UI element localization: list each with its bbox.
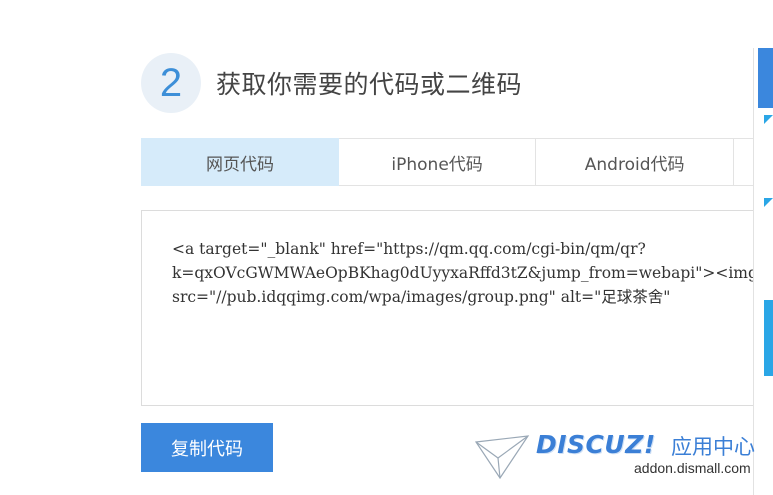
- sidebar-corner-icon: [764, 115, 773, 124]
- code-type-tabs: 网页代码 iPhone代码 Android代码: [141, 138, 773, 186]
- code-line-2: k=qxOVcGWMWAeOpBKhag0dUyyxaRffd3tZ&jump_…: [172, 264, 773, 282]
- sidebar-header-block: [758, 48, 773, 108]
- sidebar-corner-icon: [764, 198, 773, 207]
- code-textarea[interactable]: <a target="_blank" href="https://qm.qq.c…: [141, 210, 773, 406]
- copy-code-button[interactable]: 复制代码: [141, 423, 273, 472]
- tab-web-code[interactable]: 网页代码: [141, 138, 340, 186]
- sidebar-accent-bar: [764, 300, 773, 376]
- step-number-badge: 2: [141, 53, 201, 113]
- page: 2 获取你需要的代码或二维码 网页代码 iPhone代码 Android代码 <…: [0, 0, 773, 495]
- code-line-1: <a target="_blank" href="https://qm.qq.c…: [172, 240, 646, 258]
- step-title: 获取你需要的代码或二维码: [216, 70, 523, 99]
- code-line-3: src="//pub.idqqimg.com/wpa/images/group.…: [172, 288, 671, 306]
- discuz-watermark: DISCUZ! 应用中心 addon.dismall.com: [474, 428, 773, 488]
- tab-android-code[interactable]: Android代码: [536, 138, 735, 186]
- paper-plane-icon: [474, 435, 530, 480]
- tab-iphone-code[interactable]: iPhone代码: [339, 138, 537, 186]
- watermark-url: addon.dismall.com: [634, 460, 751, 476]
- discuz-logo: DISCUZ!: [536, 430, 656, 459]
- app-center-label: 应用中心: [671, 435, 755, 459]
